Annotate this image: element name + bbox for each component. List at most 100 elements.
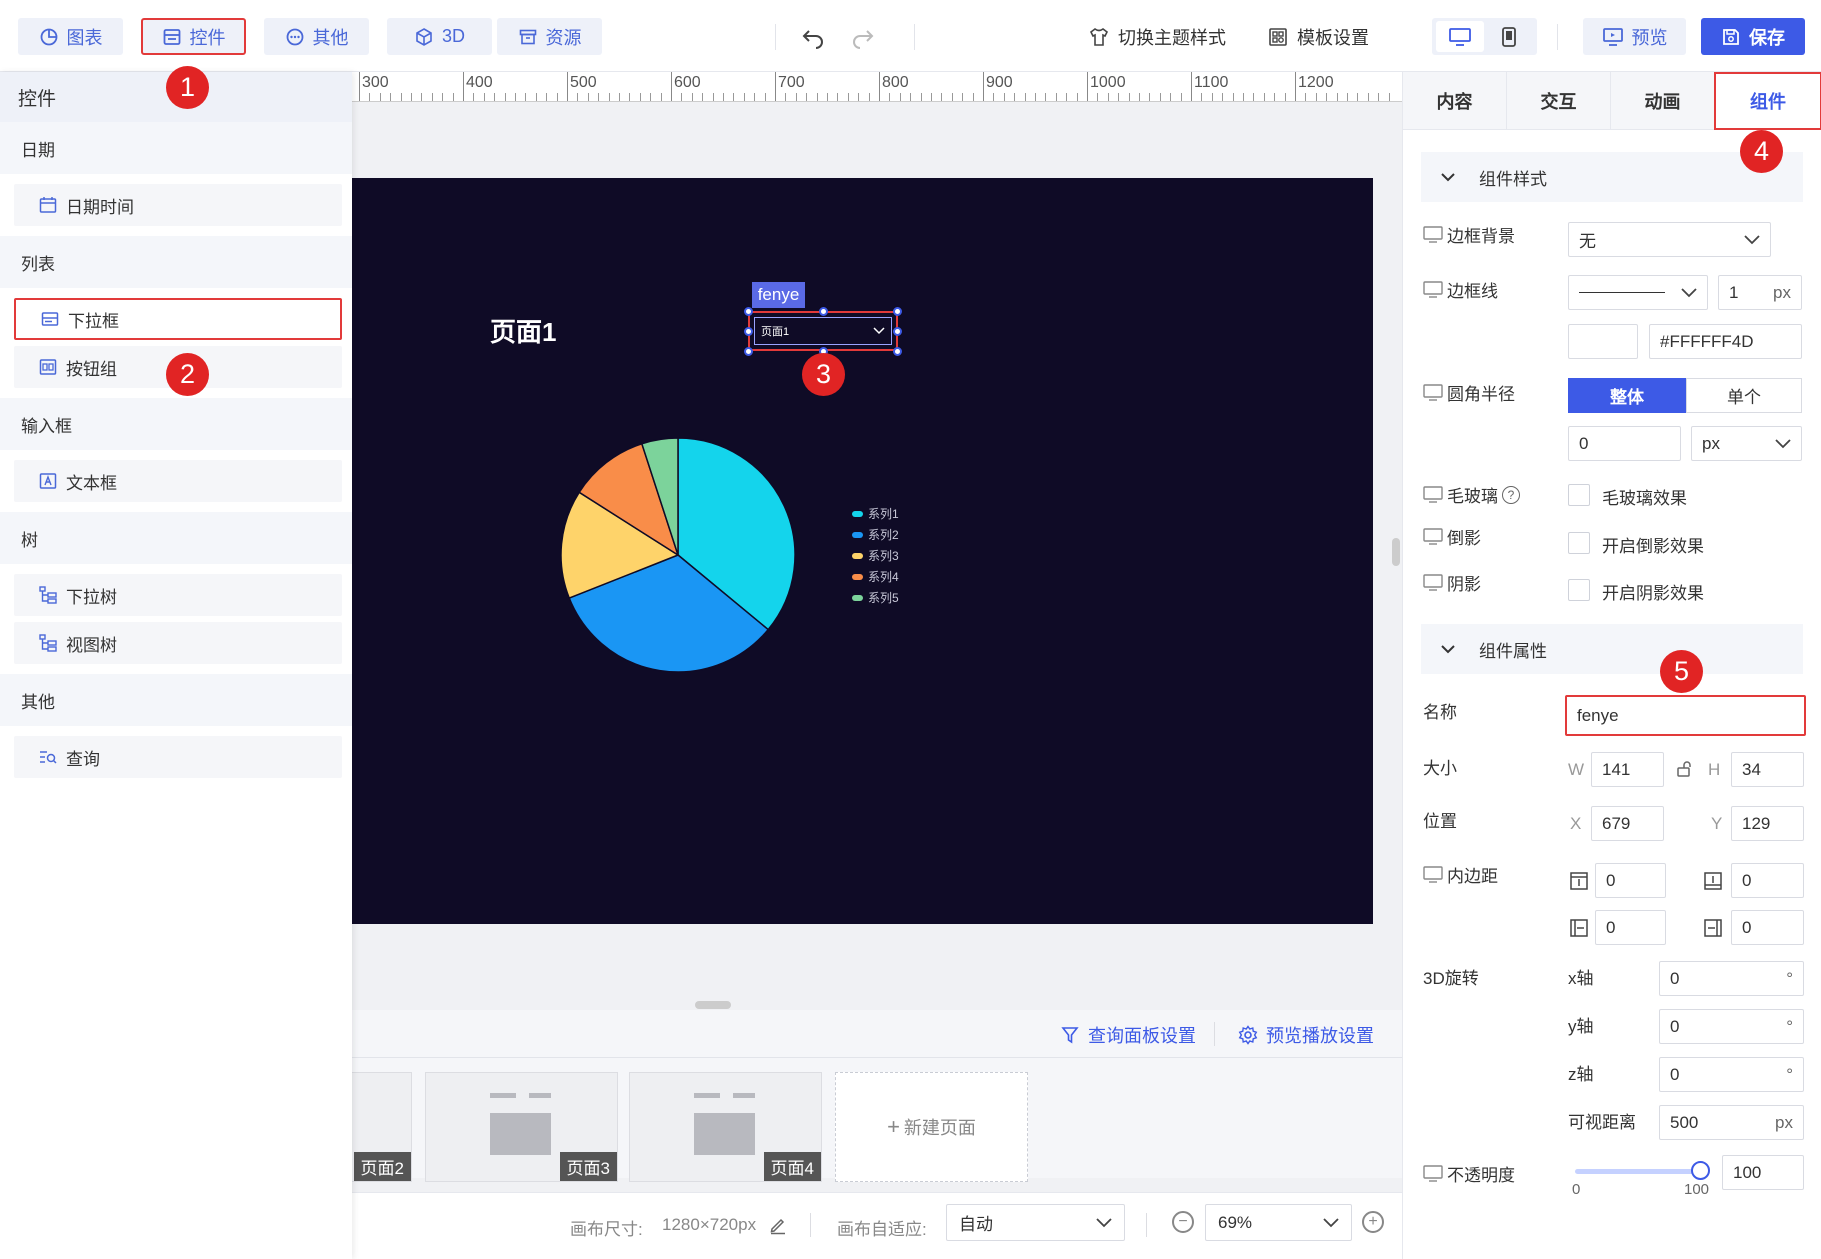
view-distance-input[interactable]: 500 px	[1659, 1105, 1804, 1140]
radius-single-button[interactable]: 单个	[1686, 378, 1802, 413]
legend-item[interactable]: 系列3	[852, 545, 899, 566]
resize-handle[interactable]	[893, 327, 902, 336]
z-axis-input[interactable]: 0 °	[1659, 1057, 1804, 1092]
component-name-input[interactable]: fenye	[1565, 695, 1806, 736]
x-position-input[interactable]: 679	[1591, 806, 1664, 841]
tab-widget[interactable]: 控件	[141, 18, 246, 55]
widget-dropdown[interactable]: 下拉框	[14, 298, 342, 340]
preview-button[interactable]: 预览	[1583, 18, 1686, 55]
page-title[interactable]: 页面1	[490, 312, 556, 349]
ruler-tick	[1326, 93, 1328, 101]
zoom-select[interactable]: 69%	[1205, 1204, 1352, 1241]
tab-3d[interactable]: 3D	[387, 18, 492, 55]
resize-handle[interactable]	[744, 347, 753, 356]
tab-animation[interactable]: 动画	[1611, 72, 1715, 130]
padding-top-input[interactable]: 0	[1595, 863, 1666, 898]
radius-input[interactable]: 0	[1568, 426, 1681, 461]
opacity-input[interactable]: 100	[1722, 1155, 1804, 1190]
design-canvas[interactable]: 页面1 fenye 页面1 系列1 系列2 系列3 系列4 系列5	[352, 178, 1373, 924]
widget-view-tree[interactable]: 视图树	[14, 622, 342, 664]
widget-textbox[interactable]: 文本框	[14, 460, 342, 502]
zoom-in-button[interactable]: +	[1362, 1211, 1384, 1233]
tab-interaction[interactable]: 交互	[1507, 72, 1611, 130]
radius-unit-select[interactable]: px	[1691, 426, 1802, 461]
height-input[interactable]: 34	[1731, 752, 1804, 787]
panel-resize-grip[interactable]	[695, 1001, 731, 1009]
chart-legend: 系列1 系列2 系列3 系列4 系列5	[852, 503, 899, 608]
resize-handle[interactable]	[744, 327, 753, 336]
props-section-header[interactable]: 组件属性	[1421, 624, 1803, 674]
resize-handle[interactable]	[744, 307, 753, 316]
query-panel-settings-link[interactable]: 查询面板设置	[1060, 1022, 1196, 1048]
edit-size-button[interactable]	[768, 1215, 788, 1240]
width-label: W	[1568, 760, 1585, 779]
switch-theme-button[interactable]: 切换主题样式	[1088, 24, 1226, 50]
auto-fit-select[interactable]: 自动	[946, 1204, 1125, 1241]
tab-content[interactable]: 内容	[1403, 72, 1507, 130]
border-style-select[interactable]	[1568, 275, 1708, 310]
ruler-tick	[1305, 93, 1307, 101]
preview-play-settings-link[interactable]: 预览播放设置	[1238, 1022, 1374, 1048]
widget-dropdown-tree[interactable]: 下拉树	[14, 574, 342, 616]
radius-whole-button[interactable]: 整体	[1568, 378, 1686, 413]
border-color-input[interactable]: #FFFFFF4D	[1649, 324, 1802, 359]
resize-handle[interactable]	[893, 347, 902, 356]
page-thumbnail[interactable]: 页面3	[425, 1072, 618, 1182]
padding-left-input[interactable]: 0	[1595, 910, 1666, 945]
help-icon[interactable]: ?	[1502, 485, 1520, 504]
canvas-size-value: 1280×720px	[662, 1215, 757, 1234]
padding-bottom-input[interactable]: 0	[1731, 863, 1804, 898]
ruler-tick	[369, 93, 371, 101]
opacity-slider-track[interactable]	[1575, 1169, 1699, 1174]
border-color-swatch[interactable]	[1568, 324, 1638, 359]
view-distance-value: 500	[1670, 1112, 1699, 1132]
y-position-input[interactable]: 129	[1731, 806, 1804, 841]
zoom-out-button[interactable]: −	[1172, 1211, 1194, 1233]
width-input[interactable]: 141	[1591, 752, 1664, 787]
vertical-scrollbar[interactable]	[1392, 538, 1400, 566]
save-button[interactable]: 保存	[1701, 18, 1805, 55]
glass-checkbox[interactable]	[1568, 484, 1590, 506]
tab-resource[interactable]: 资源	[497, 18, 602, 55]
page-thumbnail[interactable]: 页面4	[629, 1072, 822, 1182]
legend-item[interactable]: 系列5	[852, 587, 899, 608]
tab-component[interactable]: 组件	[1714, 72, 1821, 130]
border-width-input[interactable]: 1 px	[1718, 275, 1802, 310]
thumbnail-placeholder	[694, 1093, 720, 1098]
legend-item[interactable]: 系列4	[852, 566, 899, 587]
x-axis-input[interactable]: 0 °	[1659, 961, 1804, 996]
template-settings-button[interactable]: 模板设置	[1267, 24, 1369, 50]
opacity-slider-handle[interactable]	[1691, 1161, 1710, 1180]
padding-right-input[interactable]: 0	[1731, 910, 1804, 945]
border-bg-select[interactable]: 无	[1568, 222, 1771, 257]
new-page-button[interactable]: + 新建页面	[835, 1072, 1028, 1182]
widget-datetime[interactable]: 日期时间	[14, 184, 342, 226]
query-icon	[40, 751, 57, 764]
minus-icon: −	[1178, 1213, 1188, 1230]
plus-icon: +	[887, 1114, 900, 1139]
legend-item[interactable]: 系列1	[852, 503, 899, 524]
undo-button[interactable]	[800, 24, 826, 50]
tab-other[interactable]: 其他	[264, 18, 369, 55]
shadow-checkbox[interactable]	[1568, 579, 1590, 601]
y-axis-input[interactable]: 0 °	[1659, 1009, 1804, 1044]
category-list: 列表	[0, 236, 352, 288]
ruler-tick	[868, 93, 870, 101]
desktop-view-button[interactable]	[1436, 21, 1484, 52]
padding-top-value: 0	[1606, 870, 1616, 890]
mobile-view-button[interactable]	[1485, 21, 1533, 52]
pie-chart[interactable]	[548, 425, 808, 685]
legend-swatch	[852, 573, 863, 580]
widget-query[interactable]: 查询	[14, 736, 342, 778]
degree-unit: °	[1786, 968, 1793, 988]
selected-dropdown-component[interactable]: 页面1	[748, 311, 898, 351]
legend-item[interactable]: 系列2	[852, 524, 899, 545]
divider	[914, 24, 915, 50]
resize-handle[interactable]	[893, 307, 902, 316]
tab-chart[interactable]: 图表	[18, 18, 123, 55]
reflection-checkbox[interactable]	[1568, 532, 1590, 554]
redo-button[interactable]	[850, 24, 876, 50]
aspect-lock-button[interactable]	[1676, 760, 1694, 783]
dropdown-preview[interactable]: 页面1	[754, 317, 892, 345]
resize-handle[interactable]	[819, 307, 828, 316]
